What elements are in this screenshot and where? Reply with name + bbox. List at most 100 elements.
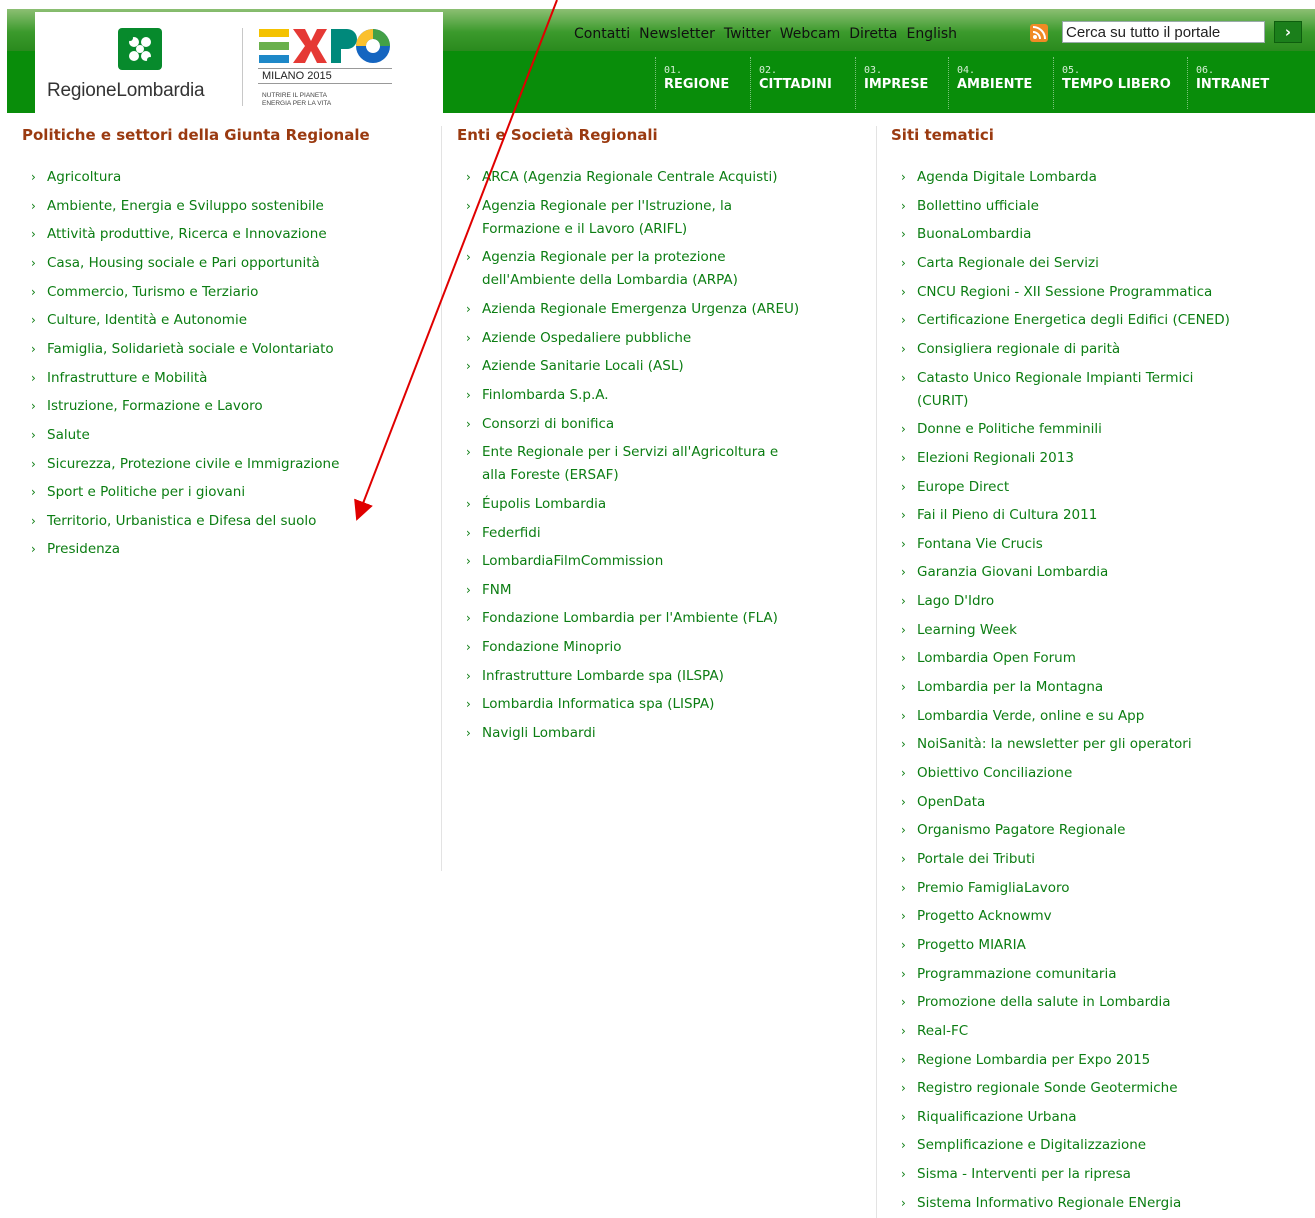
- chevron-right-icon: ›: [901, 823, 906, 838]
- link-label: Riqualificazione Urbana: [917, 1108, 1077, 1125]
- list-item-link[interactable]: › Culture, Identità e Autonomie: [31, 309, 247, 332]
- toplink-english[interactable]: English: [907, 26, 958, 42]
- list-item-link[interactable]: › Lombardia Open Forum: [901, 647, 1076, 670]
- list-item-link[interactable]: › FNM: [466, 579, 512, 602]
- list-item-link[interactable]: › Lombardia per la Montagna: [901, 676, 1103, 699]
- list-item-link[interactable]: › Azienda Regionale Emergenza Urgenza (AR…: [466, 298, 799, 321]
- list-item-link[interactable]: › Agenzia Regionale per l'Istruzione, la …: [466, 195, 732, 241]
- list-item-link[interactable]: › ARCA (Agenzia Regionale Centrale Acquis…: [466, 166, 777, 189]
- list-item-link[interactable]: › Navigli Lombardi: [466, 722, 596, 745]
- list-item-link[interactable]: › Regione Lombardia per Expo 2015: [901, 1049, 1150, 1072]
- list-item-link[interactable]: › Programmazione comunitaria: [901, 963, 1116, 986]
- link-label: Ambiente, Energia e Sviluppo sostenibile: [47, 197, 324, 214]
- list-item-link[interactable]: › Sisma - Interventi per la ripresa: [901, 1163, 1131, 1186]
- list-item-link[interactable]: › Aziende Ospedaliere pubbliche: [466, 327, 691, 350]
- list-item-link[interactable]: › Federfidi: [466, 522, 541, 545]
- list-item-link[interactable]: › Fontana Vie Crucis: [901, 533, 1043, 556]
- expo-subtitle: MILANO 2015: [258, 68, 392, 84]
- list-item-link[interactable]: › Agricoltura: [31, 166, 121, 189]
- link-label: Fondazione Lombardia per l'Ambiente (FLA…: [482, 610, 778, 627]
- list-item-link[interactable]: › Ente Regionale per i Servizi all'Agrico…: [466, 441, 778, 487]
- list-item-link[interactable]: › Commercio, Turismo e Terziario: [31, 281, 258, 304]
- list-item-link[interactable]: › Aziende Sanitarie Locali (ASL): [466, 355, 684, 378]
- nav-item-cittadini[interactable]: 02. CITTADINI: [750, 57, 832, 109]
- list-item-link[interactable]: › Certificazione Energetica degli Edifici…: [901, 309, 1230, 332]
- list-item-link[interactable]: › Presidenza: [31, 538, 120, 561]
- list-item-link[interactable]: › Ambiente, Energia e Sviluppo sostenibil…: [31, 195, 324, 218]
- toplink-webcam[interactable]: Webcam: [780, 26, 840, 42]
- list-item-link[interactable]: › Registro regionale Sonde Geotermiche: [901, 1077, 1178, 1100]
- list-item-link[interactable]: › Lombardia Verde, online e su App: [901, 705, 1144, 728]
- nav-item-imprese[interactable]: 03. IMPRESE: [855, 57, 928, 109]
- list-item-link[interactable]: › Istruzione, Formazione e Lavoro: [31, 395, 263, 418]
- link-label: Finlombarda S.p.A.: [482, 386, 609, 403]
- list-item-link[interactable]: › Lago D'Idro: [901, 590, 994, 613]
- nav-item-regione[interactable]: 01. REGIONE: [655, 57, 729, 109]
- logo-area[interactable]: RegioneLombardia MILANO 2015 NUTRIRE IL …: [35, 12, 443, 113]
- chevron-right-icon: ›: [901, 766, 906, 780]
- list-item-link[interactable]: › Sistema Informativo Regionale ENergia: [901, 1192, 1181, 1215]
- list-item-link[interactable]: › CNCU Regioni - XII Sessione Programmati…: [901, 281, 1212, 304]
- list-item-link[interactable]: › OpenData: [901, 791, 985, 814]
- list-item-link[interactable]: › Finlombarda S.p.A.: [466, 384, 609, 407]
- search-input[interactable]: [1062, 21, 1265, 43]
- list-item-link[interactable]: › Fondazione Minoprio: [466, 636, 622, 659]
- list-item-link[interactable]: › Bollettino ufficiale: [901, 195, 1039, 218]
- list-item-link[interactable]: › Progetto MIARIA: [901, 934, 1026, 957]
- toplink-contatti[interactable]: Contatti: [574, 26, 630, 42]
- list-item-link[interactable]: › NoiSanità: la newsletter per gli operat…: [901, 733, 1192, 756]
- list-item-link[interactable]: › Territorio, Urbanistica e Difesa del su…: [31, 510, 316, 533]
- list-item-link[interactable]: › Learning Week: [901, 619, 1017, 642]
- list-item-link[interactable]: › Sicurezza, Protezione civile e Immigraz…: [31, 453, 339, 476]
- list-item-link[interactable]: › BuonaLombardia: [901, 223, 1031, 246]
- list-item-link[interactable]: › Catasto Unico Regionale Impianti Termic…: [901, 367, 1193, 413]
- list-item-link[interactable]: › Consorzi di bonifica: [466, 413, 614, 436]
- list-item-link[interactable]: › Fai il Pieno di Cultura 2011: [901, 504, 1097, 527]
- list-item-link[interactable]: › Promozione della salute in Lombardia: [901, 991, 1171, 1014]
- list-item-link[interactable]: › Elezioni Regionali 2013: [901, 447, 1074, 470]
- chevron-right-icon: ›: [901, 737, 906, 752]
- list-item-link[interactable]: › Europe Direct: [901, 476, 1009, 499]
- list-item-link[interactable]: › Premio FamigliaLavoro: [901, 877, 1070, 900]
- chevron-right-icon: ›: [31, 370, 36, 385]
- list-item-link[interactable]: › Sport e Politiche per i giovani: [31, 481, 245, 504]
- list-item-link[interactable]: › Semplificazione e Digitalizzazione: [901, 1134, 1146, 1157]
- rss-icon[interactable]: [1030, 24, 1048, 42]
- list-item-link[interactable]: › Agenzia Regionale per la protezione del…: [466, 246, 738, 292]
- list-item-link[interactable]: › Salute: [31, 424, 90, 447]
- list-item-link[interactable]: › Agenda Digitale Lombarda: [901, 166, 1097, 189]
- list-item-link[interactable]: › Obiettivo Conciliazione: [901, 762, 1072, 785]
- list-item-link[interactable]: › Organismo Pagatore Regionale: [901, 819, 1125, 842]
- list-item-link[interactable]: › Infrastrutture e Mobilità: [31, 367, 207, 390]
- list-item-link[interactable]: › Portale dei Tributi: [901, 848, 1035, 871]
- list-item-link[interactable]: › Progetto Acknowmv: [901, 905, 1052, 928]
- nav-item-tempo-libero[interactable]: 05. TEMPO LIBERO: [1053, 57, 1171, 109]
- list-item-link[interactable]: › Real-FC: [901, 1020, 968, 1043]
- list-item-link[interactable]: › Consigliera regionale di parità: [901, 338, 1120, 361]
- chevron-right-icon: ›: [466, 554, 471, 569]
- list-item-link[interactable]: › Attività produttive, Ricerca e Innovazi…: [31, 223, 327, 246]
- list-item-link[interactable]: › Infrastrutture Lombarde spa (ILSPA): [466, 665, 724, 688]
- link-label: Bollettino ufficiale: [917, 197, 1039, 214]
- list-item-link[interactable]: › Éupolis Lombardia: [466, 493, 606, 516]
- toplink-newsletter[interactable]: Newsletter: [639, 26, 715, 42]
- list-item-link[interactable]: › Casa, Housing sociale e Pari opportunit…: [31, 252, 320, 275]
- list-item-link[interactable]: › Donne e Politiche femminili: [901, 418, 1102, 441]
- search-button[interactable]: ›: [1274, 21, 1302, 43]
- list-item-link[interactable]: › LombardiaFilmCommission: [466, 550, 663, 573]
- list-item-link[interactable]: › Garanzia Giovani Lombardia: [901, 561, 1108, 584]
- toplink-twitter[interactable]: Twitter: [724, 26, 771, 42]
- list-item-link[interactable]: › Carta Regionale dei Servizi: [901, 252, 1099, 275]
- site-header: RegioneLombardia MILANO 2015 NUTRIRE IL …: [7, 9, 1315, 113]
- chevron-right-icon: ›: [901, 479, 906, 494]
- link-label: Lombardia Informatica spa (LISPA): [482, 696, 715, 713]
- nav-item-ambiente[interactable]: 04. AMBIENTE: [948, 57, 1032, 109]
- list-item-link[interactable]: › Fondazione Lombardia per l'Ambiente (FL…: [466, 607, 778, 630]
- chevron-right-icon: ›: [901, 594, 906, 609]
- toplink-diretta[interactable]: Diretta: [849, 26, 897, 42]
- list-item-link[interactable]: › Famiglia, Solidarietà sociale e Volonta…: [31, 338, 334, 361]
- chevron-right-icon: ›: [31, 284, 36, 299]
- list-item-link[interactable]: › Lombardia Informatica spa (LISPA): [466, 693, 714, 716]
- nav-item-intranet[interactable]: 06. INTRANET: [1187, 57, 1269, 109]
- list-item-link[interactable]: › Riqualificazione Urbana: [901, 1106, 1077, 1129]
